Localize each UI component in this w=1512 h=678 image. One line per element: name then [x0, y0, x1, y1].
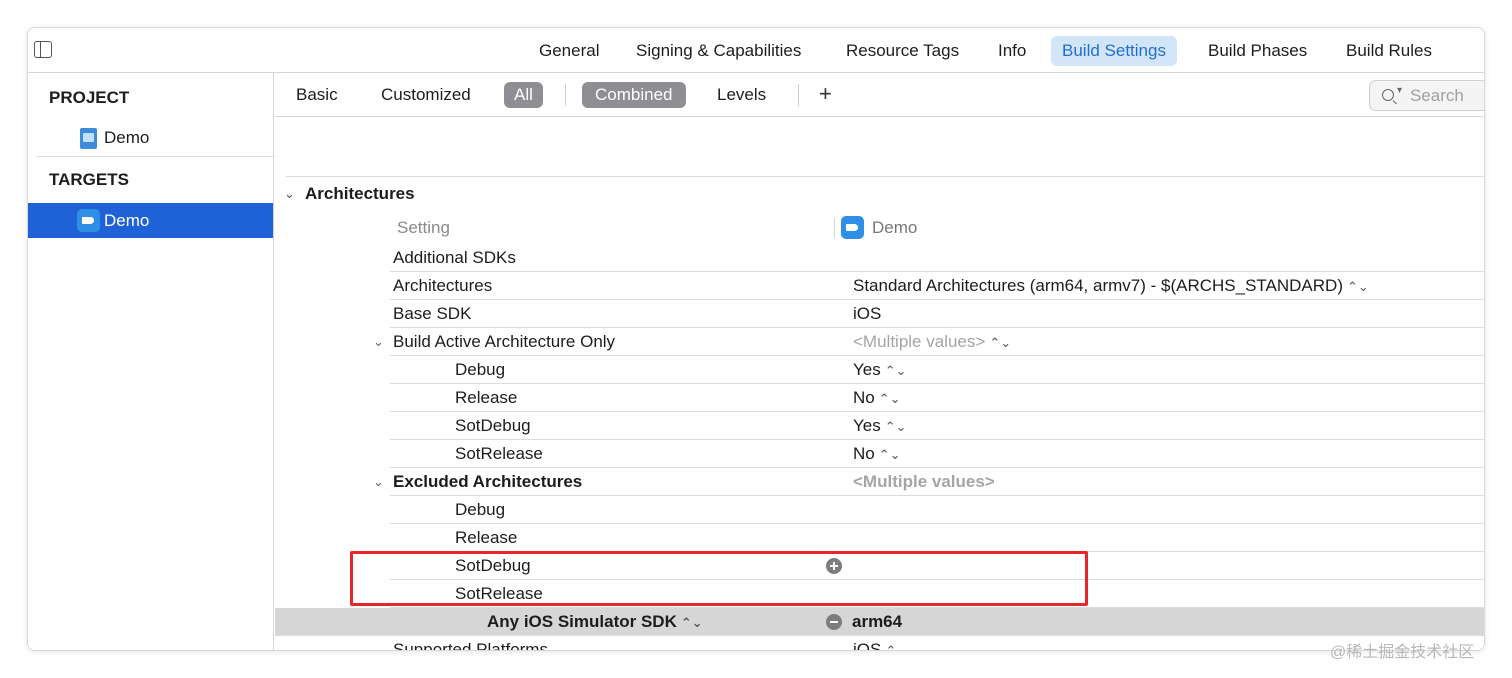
setting-column-label: Setting	[397, 218, 450, 237]
setting-row[interactable]: Architectures Standard Architectures (ar…	[275, 272, 1484, 300]
setting-value[interactable]: Yes ⌃⌄	[853, 360, 907, 380]
project-file-icon	[80, 128, 97, 149]
setting-row[interactable]: SotDebug Yes ⌃⌄	[275, 412, 1484, 440]
stepper-icon: ⌃⌄	[680, 615, 703, 630]
setting-row[interactable]: Release No ⌃⌄	[275, 384, 1484, 412]
setting-name: Supported Platforms	[393, 640, 548, 651]
setting-value[interactable]: Standard Architectures (arm64, armv7) - …	[853, 276, 1369, 296]
disclosure-open-icon[interactable]: ⌄	[373, 474, 384, 490]
setting-name: Debug	[455, 500, 506, 519]
column-separator	[834, 218, 835, 238]
tab-build-phases[interactable]: Build Phases	[1208, 36, 1307, 66]
disclosure-open-icon[interactable]: ⌄	[373, 334, 384, 350]
tab-info[interactable]: Info	[998, 36, 1026, 66]
setting-row-group[interactable]: ⌄ Build Active Architecture Only <Multip…	[275, 328, 1484, 356]
watermark: @稀土掘金技术社区	[1330, 644, 1475, 661]
setting-row[interactable]: Debug	[275, 496, 1484, 524]
editor-tab-bar: General Signing & Capabilities Resource …	[28, 28, 1484, 73]
tab-build-rules[interactable]: Build Rules	[1346, 36, 1432, 66]
setting-name: Architectures	[393, 276, 493, 295]
add-setting-button[interactable]: +	[819, 81, 832, 107]
setting-row[interactable]: Additional SDKs	[275, 244, 1484, 272]
view-levels-button[interactable]: Levels	[717, 82, 766, 108]
setting-row[interactable]: Release	[275, 524, 1484, 552]
filter-all-button[interactable]: All	[504, 82, 543, 108]
setting-value[interactable]: iOS ⌃⌄	[853, 640, 908, 651]
column-header: Setting Demo	[275, 214, 1484, 244]
search-field[interactable]: ▾	[1369, 80, 1484, 111]
setting-value[interactable]: iOS	[853, 304, 881, 324]
setting-name: Build Active Architecture Only	[393, 332, 616, 351]
setting-row[interactable]: Supported Platforms iOS ⌃⌄	[275, 636, 1484, 651]
setting-name: SotRelease	[455, 584, 543, 603]
stepper-icon: ⌃⌄	[878, 391, 901, 406]
setting-row[interactable]: SotRelease	[275, 580, 1484, 608]
setting-value[interactable]: Yes ⌃⌄	[853, 416, 907, 436]
app-target-icon	[841, 216, 864, 239]
app-target-icon	[77, 209, 100, 232]
setting-row[interactable]: SotRelease No ⌃⌄	[275, 440, 1484, 468]
tab-signing-capabilities[interactable]: Signing & Capabilities	[636, 36, 801, 66]
settings-filter-bar: Basic Customized All Combined Levels + ▾	[275, 73, 1484, 117]
setting-name: Release	[455, 388, 518, 407]
target-column-label: Demo	[872, 218, 918, 237]
setting-name: SotDebug	[455, 416, 531, 435]
filter-customized-button[interactable]: Customized	[381, 82, 471, 108]
setting-row[interactable]: SotDebug	[275, 552, 1484, 580]
setting-value[interactable]: <Multiple values>	[853, 472, 995, 492]
stepper-icon: ⌃⌄	[884, 419, 907, 434]
chevron-down-icon[interactable]: ▾	[1397, 85, 1402, 96]
setting-name: Release	[455, 528, 518, 547]
setting-name: Additional SDKs	[393, 248, 516, 267]
filter-separator	[798, 84, 799, 106]
setting-row-selected[interactable]: Any iOS Simulator SDK ⌃⌄ arm64	[275, 608, 1484, 636]
sidebar-toggle-icon[interactable]	[34, 41, 52, 58]
xcode-window: General Signing & Capabilities Resource …	[27, 27, 1485, 651]
tab-resource-tags[interactable]: Resource Tags	[846, 36, 959, 66]
stepper-icon: ⌃⌄	[989, 335, 1012, 350]
disclosure-open-icon[interactable]: ⌄	[284, 186, 295, 202]
tab-build-settings[interactable]: Build Settings	[1051, 36, 1177, 66]
tab-general[interactable]: General	[539, 36, 599, 66]
project-item-demo[interactable]: Demo	[28, 120, 273, 155]
section-architectures[interactable]: ⌄ Architectures	[275, 183, 875, 209]
setting-name[interactable]: Any iOS Simulator SDK ⌃⌄	[487, 612, 703, 632]
build-settings-editor: Basic Customized All Combined Levels + ▾…	[275, 73, 1484, 650]
target-item-demo[interactable]: Demo	[28, 203, 273, 238]
setting-row[interactable]: Debug Yes ⌃⌄	[275, 356, 1484, 384]
project-heading: PROJECT	[49, 88, 130, 107]
stepper-icon: ⌃⌄	[1347, 279, 1369, 294]
setting-name: Debug	[455, 360, 506, 379]
setting-value[interactable]: No ⌃⌄	[853, 388, 901, 408]
target-item-label: Demo	[104, 211, 150, 230]
project-navigator: PROJECT Demo TARGETS Demo	[28, 73, 290, 650]
filter-separator	[565, 84, 566, 106]
setting-row-group[interactable]: ⌄ Excluded Architectures <Multiple value…	[275, 468, 1484, 496]
search-input[interactable]	[1410, 84, 1484, 107]
stepper-icon: ⌃⌄	[884, 363, 907, 378]
setting-name: SotRelease	[455, 444, 543, 463]
project-item-label: Demo	[104, 128, 150, 147]
remove-condition-icon[interactable]	[826, 614, 842, 630]
add-condition-icon[interactable]	[826, 558, 842, 574]
filter-basic-button[interactable]: Basic	[296, 82, 338, 108]
view-combined-button[interactable]: Combined	[582, 82, 686, 108]
targets-heading: TARGETS	[49, 170, 129, 189]
stepper-icon: ⌃⌄	[885, 643, 908, 651]
setting-value[interactable]: <Multiple values> ⌃⌄	[853, 332, 1011, 352]
setting-row[interactable]: Base SDK iOS	[275, 300, 1484, 328]
setting-value[interactable]: arm64	[852, 612, 902, 632]
setting-name: Base SDK	[393, 304, 472, 323]
setting-name: Excluded Architectures	[393, 472, 583, 491]
setting-value[interactable]: No ⌃⌄	[853, 444, 901, 464]
search-icon	[1382, 89, 1394, 101]
navigator-divider	[36, 156, 290, 157]
section-title: Architectures	[305, 184, 415, 203]
stepper-icon: ⌃⌄	[878, 447, 901, 462]
setting-name: SotDebug	[455, 556, 531, 575]
section-divider	[286, 176, 1484, 177]
